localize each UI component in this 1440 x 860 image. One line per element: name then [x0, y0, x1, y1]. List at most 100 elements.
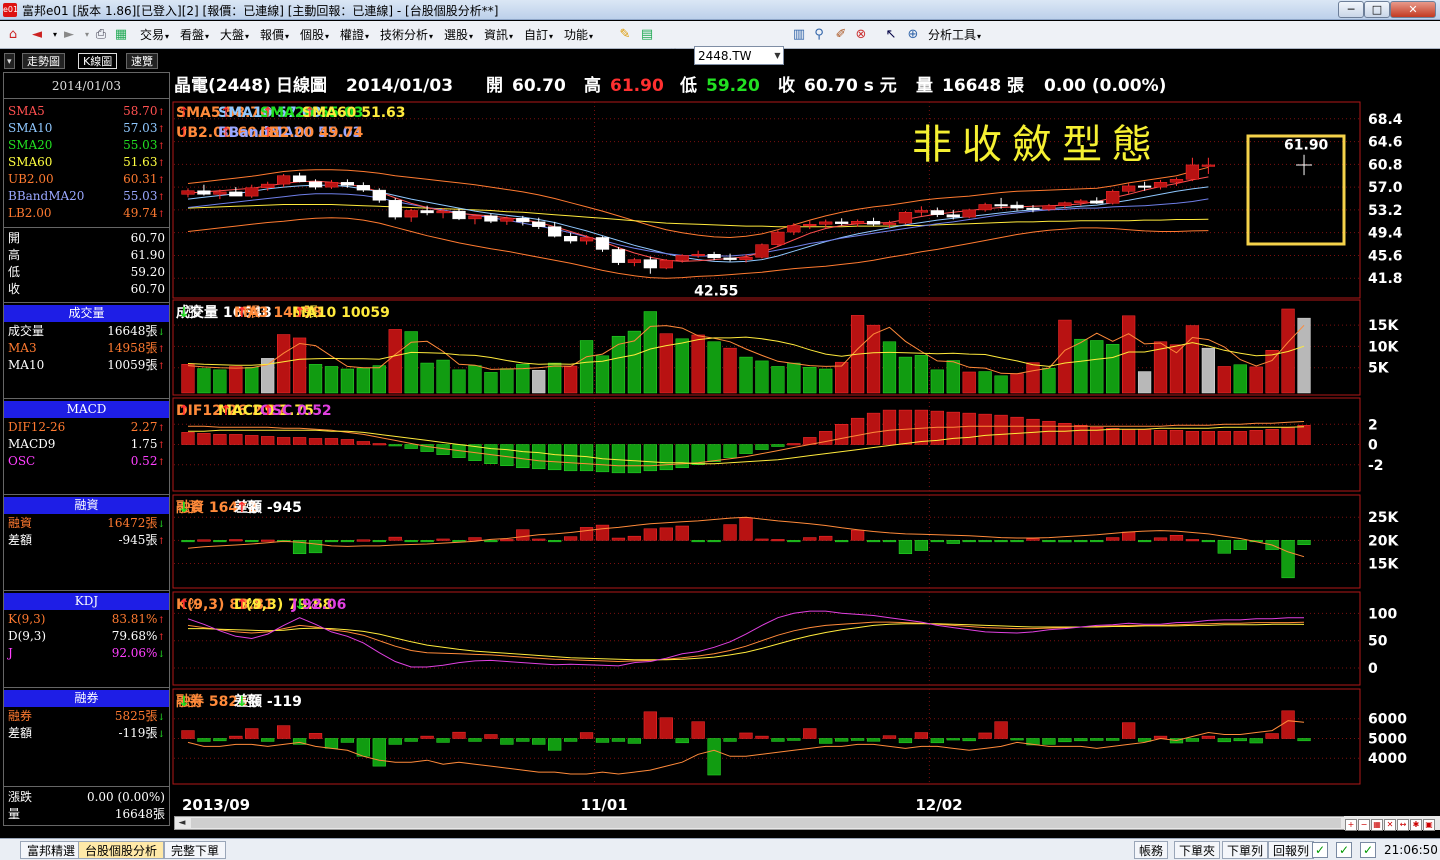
menu-item[interactable]: 選股▾	[444, 25, 473, 45]
chart-tool-icon[interactable]: ▥	[790, 26, 808, 44]
diff-bar	[850, 738, 865, 741]
diff-bar	[340, 738, 355, 743]
menu-item[interactable]: 功能▾	[564, 25, 593, 45]
stock-code-input[interactable]	[694, 46, 784, 65]
export-icon[interactable]: ▣	[1423, 819, 1435, 831]
status-check-icon[interactable]: ✓	[1360, 842, 1376, 858]
legend-unit: 張	[246, 694, 260, 710]
menu-item[interactable]: 報價▾	[260, 25, 289, 45]
candle	[659, 259, 673, 269]
menu-item[interactable]: 權證▾	[340, 25, 369, 45]
candle	[739, 256, 753, 260]
diff-bar	[755, 735, 769, 739]
search-icon[interactable]: ⚲	[810, 26, 828, 44]
menu-item-label: 資訊	[484, 28, 509, 42]
diff-bar	[261, 436, 275, 445]
menu-item[interactable]: 大盤▾	[220, 25, 249, 45]
zoom-in-icon[interactable]: +	[1345, 819, 1357, 831]
menu-item[interactable]: 交易▾	[140, 25, 169, 45]
menu-item[interactable]: 看盤▾	[180, 25, 209, 45]
forward-arrow-icon[interactable]: ►	[60, 26, 78, 44]
menu-item-label: 個股	[300, 28, 325, 42]
menu-analysis-tools[interactable]: 分析工具▾	[928, 25, 981, 45]
diff-bar	[771, 444, 785, 447]
menu-item[interactable]: 資訊▾	[484, 25, 513, 45]
y-tick-label: 5000	[1368, 731, 1407, 747]
status-check-icon[interactable]: ✓	[1312, 842, 1328, 858]
tab-quick-view[interactable]: 速覽	[126, 53, 158, 69]
indicator-row: SMA20 55.03↑	[4, 137, 169, 154]
back-arrow-icon[interactable]: ◄	[28, 26, 46, 44]
scroll-thumb[interactable]	[191, 818, 1341, 828]
zoom-icon[interactable]: ⊕	[904, 26, 922, 44]
order-folder-button[interactable]: 下單夾	[1174, 841, 1221, 859]
tab-stock-analysis[interactable]: 台股個股分析	[78, 841, 165, 859]
menu-item[interactable]: 個股▾	[300, 25, 329, 45]
trend-arrow-icon: ↑	[178, 105, 190, 121]
home-icon[interactable]: ⌂	[4, 26, 22, 44]
pointer-icon[interactable]: ↖	[882, 26, 900, 44]
indicator-name: 差額	[8, 726, 33, 740]
diff-bar	[819, 535, 833, 541]
menu-item[interactable]: 技術分析▾	[380, 25, 433, 45]
indicator-value-text: 14958張	[107, 341, 158, 355]
settings-icon[interactable]: ✱	[1410, 819, 1422, 831]
y-tick-label: 4000	[1368, 751, 1407, 767]
overlay-line	[187, 184, 1209, 263]
pencil-icon[interactable]: ✎	[616, 26, 634, 44]
diff-bar	[532, 738, 546, 745]
candle	[436, 210, 450, 214]
indicator-row: MACD9 1.75↑	[4, 436, 169, 453]
candle	[484, 215, 498, 222]
zoom-out-icon[interactable]: −	[1358, 819, 1370, 831]
tab-trend-chart[interactable]: 走勢圖	[22, 53, 65, 69]
diff-bar	[946, 411, 960, 445]
volume-bar	[436, 359, 450, 394]
panel-dropdown-icon[interactable]: ▾	[4, 53, 15, 69]
volume-bar	[452, 369, 466, 394]
order-list-button[interactable]: 下單列	[1222, 841, 1269, 859]
account-button[interactable]: 帳務	[1134, 841, 1169, 859]
tab-fubon-select[interactable]: 富邦精選	[20, 841, 83, 859]
close-button[interactable]: ✕	[1390, 1, 1436, 18]
menu-item[interactable]: 自訂▾	[524, 25, 553, 45]
report-list-button[interactable]: 回報列	[1268, 841, 1315, 859]
crosshair-icon[interactable]: ✕	[1384, 819, 1396, 831]
diff-bar	[484, 540, 498, 543]
divider	[4, 687, 169, 688]
maximize-button[interactable]: □	[1364, 1, 1390, 18]
minimize-button[interactable]: ─	[1338, 1, 1364, 18]
fit-icon[interactable]: ↔	[1397, 819, 1409, 831]
k-line-chart[interactable]: 68.464.660.857.053.249.445.641.8SMA5 58.…	[172, 100, 1440, 816]
print-icon[interactable]: ⎙	[92, 26, 110, 44]
volume-bar	[1122, 315, 1136, 394]
indicator-value-text: 92.06%	[111, 646, 158, 660]
trend-arrow-icon: ↑	[157, 176, 165, 186]
diff-bar	[691, 721, 705, 739]
volume-bar	[277, 334, 291, 394]
tab-full-order[interactable]: 完整下單	[164, 841, 227, 859]
y-tick-label: -2	[1368, 458, 1384, 474]
diff-bar	[1153, 430, 1168, 445]
menu-item-label: 報價	[260, 28, 285, 42]
indicator-name: 收	[8, 282, 21, 296]
indicator-name: 成交量	[8, 324, 45, 338]
chevron-down-icon[interactable]: ▼	[772, 47, 783, 64]
brush-icon[interactable]: ✐	[832, 26, 850, 44]
grid-icon[interactable]: ▦	[1371, 819, 1383, 831]
tab-k-chart[interactable]: K線圖	[78, 53, 118, 69]
candle	[292, 175, 307, 182]
diff-bar	[197, 738, 211, 742]
calculator-icon[interactable]: ▤	[638, 26, 656, 44]
magnet-icon[interactable]: ⊗	[852, 26, 870, 44]
volume-bar	[1265, 350, 1279, 394]
trend-arrow-icon: ↓	[157, 520, 165, 530]
scroll-left-icon[interactable]: ◄	[175, 817, 189, 829]
candle	[1201, 164, 1215, 167]
status-check-icon[interactable]: ✓	[1336, 842, 1352, 858]
window-layout-icon[interactable]: ▦	[112, 26, 130, 44]
indicator-value: 59.20	[131, 264, 165, 281]
horizontal-scrollbar[interactable]: ◄ ►	[174, 816, 1360, 830]
diff-bar	[627, 535, 642, 541]
diff-bar	[723, 738, 737, 742]
